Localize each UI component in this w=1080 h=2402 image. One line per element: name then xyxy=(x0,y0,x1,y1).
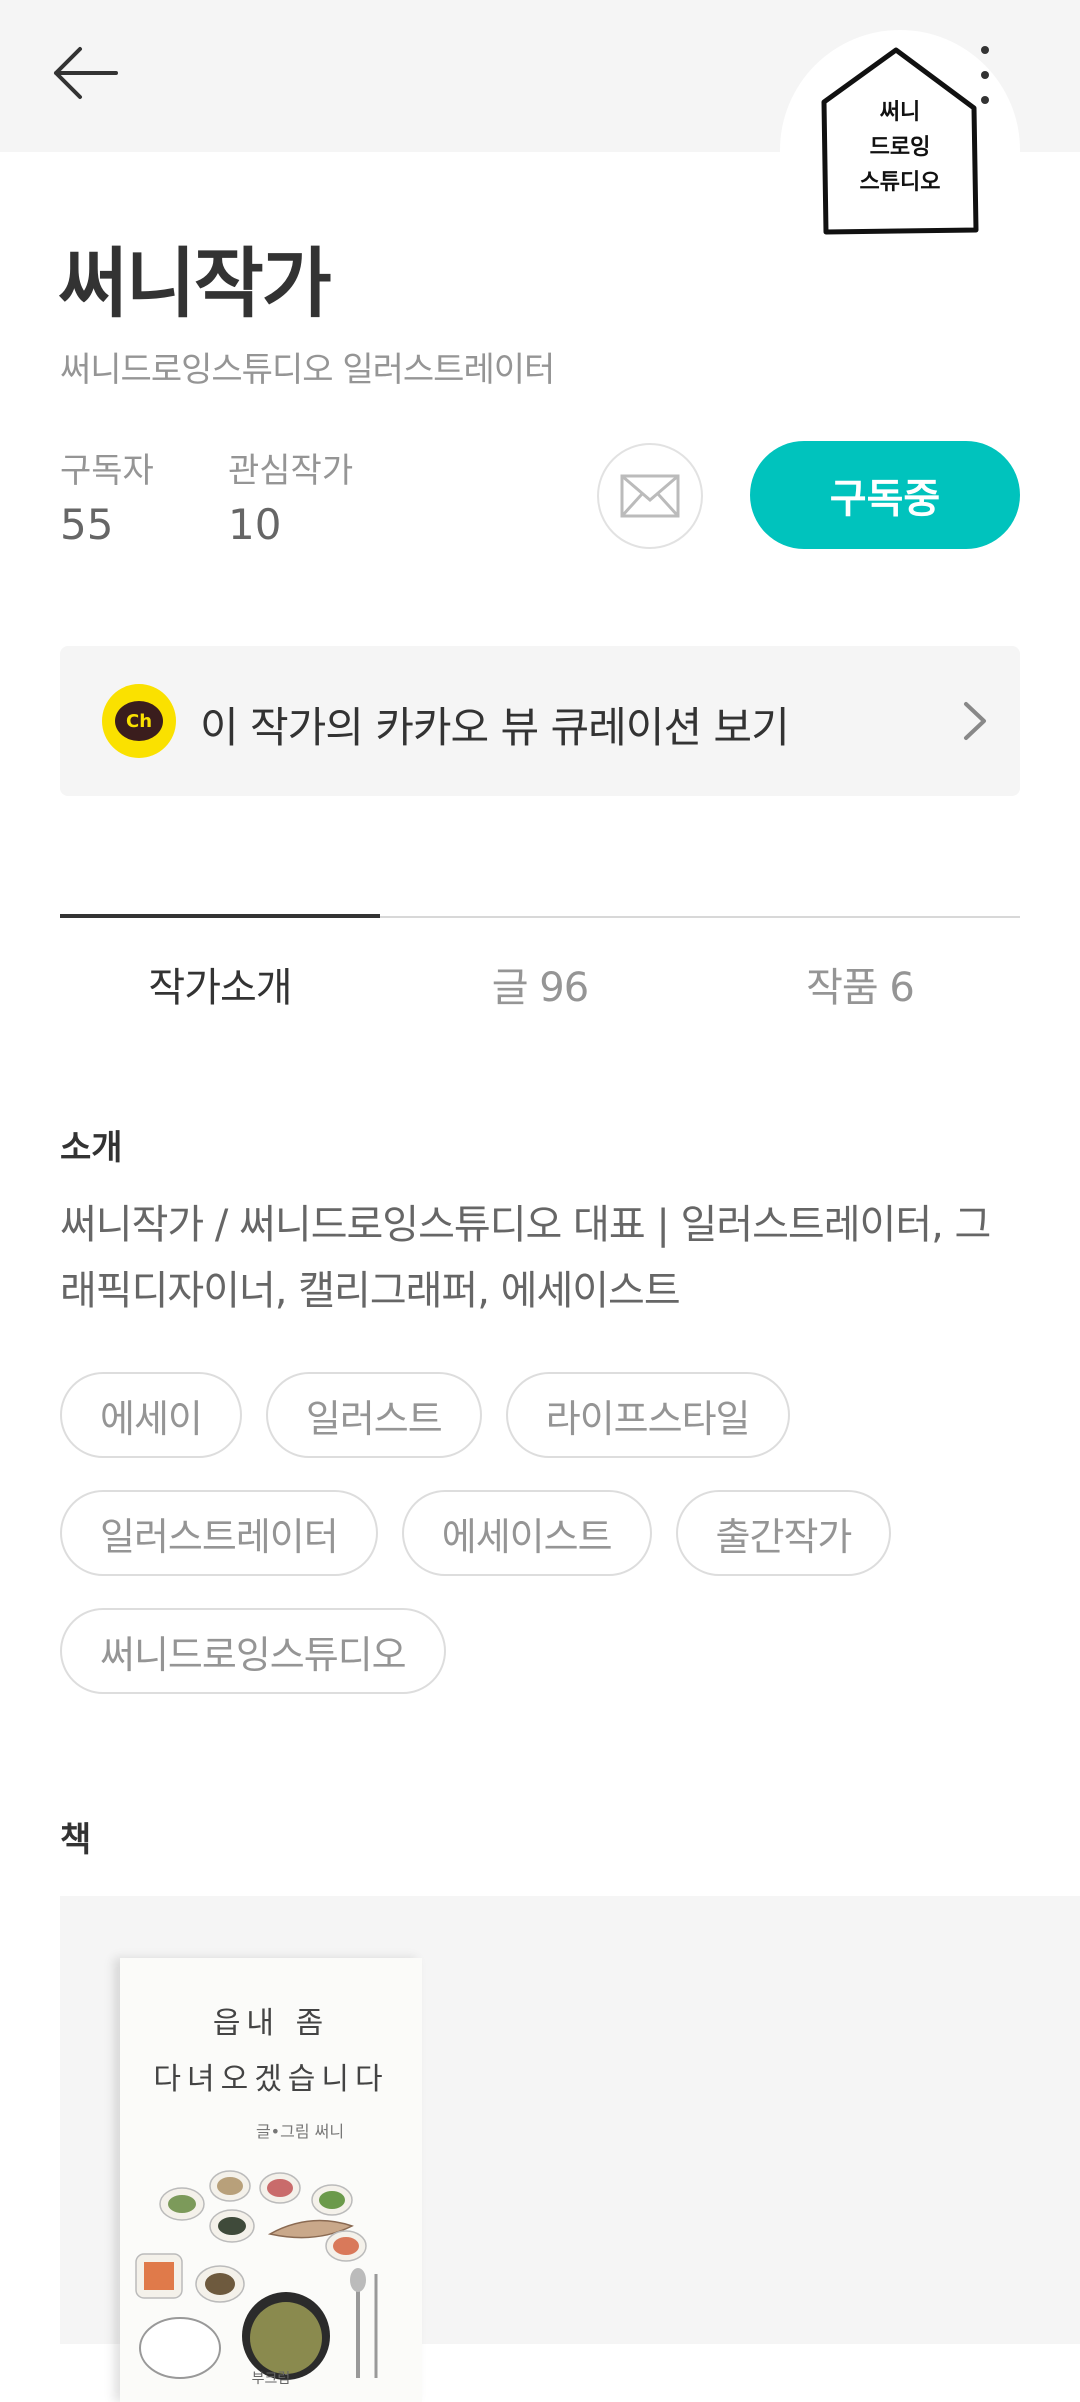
intro-text: 써니작가 / 써니드로잉스튜디오 대표 | 일러스트레이터, 그래픽디자이너, … xyxy=(60,1202,991,1314)
food-illustration xyxy=(135,2170,378,2380)
subscribers-count[interactable]: 55 xyxy=(60,500,113,549)
subscribe-button[interactable]: 구독중 xyxy=(750,441,1020,549)
more-button[interactable] xyxy=(965,40,1005,110)
interests-count[interactable]: 10 xyxy=(228,500,281,549)
tag-chip[interactable]: 에세이스트 xyxy=(401,1490,652,1576)
avatar-text: 써니 드로잉 스튜디오 xyxy=(859,100,941,195)
tag-chip[interactable]: 에세이 xyxy=(60,1372,242,1458)
kakao-view-banner[interactable]: Ch 이 작가의 카카오 뷰 큐레이션 보기 xyxy=(60,646,1020,796)
kakao-logo-text: Ch xyxy=(115,701,163,741)
back-button[interactable] xyxy=(50,38,140,108)
interests-label: 관심작가 xyxy=(228,451,354,491)
tag-chip[interactable]: 일러스트 xyxy=(265,1372,482,1458)
mail-icon xyxy=(620,474,680,518)
book-cover-publisher: 부크럼 xyxy=(251,2371,291,2387)
message-button[interactable] xyxy=(597,443,703,549)
intro-section-title: 소개 xyxy=(60,1128,123,1168)
tag-chip[interactable]: 써니드로잉스튜디오 xyxy=(60,1608,446,1694)
tab-author-intro[interactable]: 작가소개 xyxy=(60,955,380,1013)
subscribers-label: 구독자 xyxy=(60,451,154,491)
book-cover[interactable]: 읍내 좀 다녀오겠습니다 글•그림 써니 부크럼 xyxy=(120,1958,422,2402)
kakao-banner-text: 이 작가의 카카오 뷰 큐레이션 보기 xyxy=(200,703,790,752)
tab-active-indicator xyxy=(60,914,380,918)
more-vertical-icon xyxy=(981,46,989,104)
kakao-channel-icon: Ch xyxy=(102,684,176,758)
tab-works[interactable]: 작품 6 xyxy=(700,955,1020,1013)
books-section-title: 책 xyxy=(60,1820,92,1860)
tag-chip[interactable]: 일러스트레이터 xyxy=(60,1490,378,1576)
tag-chip[interactable]: 출간작가 xyxy=(675,1490,892,1576)
tag-chip[interactable]: 라이프스타일 xyxy=(505,1372,790,1458)
keyword-tags: 에세이 일러스트 라이프스타일 일러스트레이터 에세이스트 출간작가 써니드로잉… xyxy=(60,1372,1020,1694)
author-role: 써니드로잉스튜디오 일러스트레이터 xyxy=(60,350,555,390)
tab-posts[interactable]: 글 96 xyxy=(380,955,700,1013)
author-name: 써니작가 xyxy=(58,239,332,328)
arrow-left-icon xyxy=(54,47,118,99)
chevron-right-icon xyxy=(964,702,986,740)
book-cover-title: 읍내 좀 다녀오겠습니다 xyxy=(153,2006,389,2097)
